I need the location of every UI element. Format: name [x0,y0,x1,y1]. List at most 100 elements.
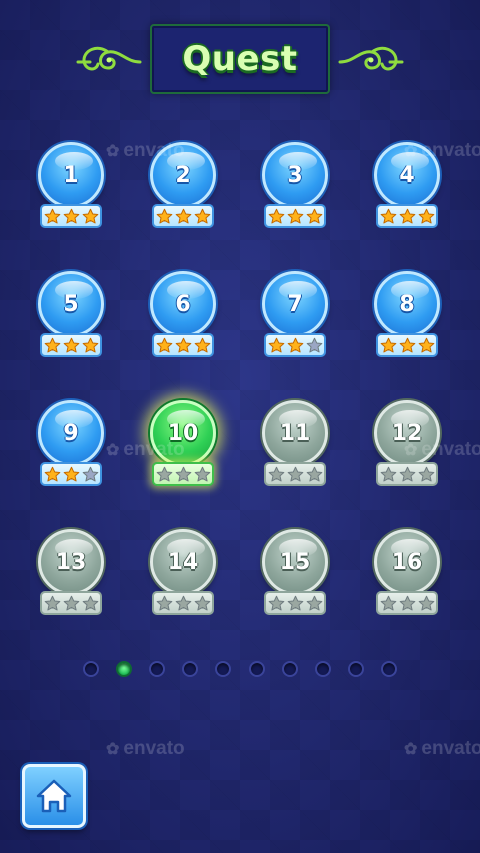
page-dot-8[interactable] [314,661,331,677]
level-bubble: 9 [38,400,104,466]
star-filled-icon [44,337,60,352]
star-empty-icon [82,466,98,481]
level-number: 14 [167,549,199,575]
level-button-14[interactable]: 14 [148,529,218,621]
leaf-icon: ✿ [106,741,120,758]
level-number: 5 [63,291,79,317]
level-number: 16 [391,549,423,575]
star-rating [152,591,214,615]
star-rating [264,204,326,228]
level-button-13[interactable]: 13 [36,529,106,621]
star-filled-icon [194,337,210,352]
page-dot-4[interactable] [182,661,199,677]
star-empty-icon [268,466,284,481]
star-empty-icon [82,595,98,610]
star-filled-icon [287,208,303,223]
star-empty-icon [287,466,303,481]
watermark: ✿ envato [106,738,185,760]
level-number: 12 [391,420,423,446]
star-empty-icon [306,466,322,481]
star-empty-icon [63,595,79,610]
level-button-16[interactable]: 16 [372,529,442,621]
leaf-icon: ✿ [404,143,418,160]
star-empty-icon [175,466,191,481]
star-filled-icon [63,337,79,352]
level-number: 13 [55,549,87,575]
watermark-text: envato [123,140,185,161]
watermark-text: envato [421,738,480,759]
page-dot-10[interactable] [380,661,397,677]
watermark: ✿ envato [404,140,480,162]
level-number: 2 [175,162,191,188]
page-title: Quest [182,39,298,79]
page-dot-2[interactable] [116,661,133,677]
level-bubble: 15 [262,529,328,595]
level-button-1[interactable]: 1 [36,142,106,234]
level-bubble: 13 [38,529,104,595]
level-button-6[interactable]: 6 [148,271,218,363]
level-button-5[interactable]: 5 [36,271,106,363]
star-empty-icon [194,595,210,610]
level-button-9[interactable]: 9 [36,400,106,492]
star-filled-icon [287,337,303,352]
star-rating [152,204,214,228]
star-rating [264,333,326,357]
star-rating [264,591,326,615]
left-ornament-icon [76,46,142,71]
star-empty-icon [306,337,322,352]
level-number: 8 [399,291,415,317]
page-dot-1[interactable] [83,661,99,677]
level-bubble: 16 [374,529,440,595]
star-rating [40,462,102,486]
level-button-8[interactable]: 8 [372,271,442,363]
page-dot-5[interactable] [215,661,232,677]
level-number: 9 [63,420,79,446]
star-filled-icon [82,208,98,223]
page-dot-6[interactable] [248,661,265,677]
star-filled-icon [418,337,434,352]
level-bubble: 6 [150,271,216,337]
level-number: 1 [63,162,79,188]
star-filled-icon [156,337,172,352]
watermark-text: envato [123,738,185,759]
star-filled-icon [418,208,434,223]
star-rating [264,462,326,486]
level-number: 10 [167,420,199,446]
page-dot-3[interactable] [149,661,166,677]
level-number: 15 [279,549,311,575]
level-bubble: 11 [262,400,328,466]
level-bubble: 14 [150,529,216,595]
star-rating [40,204,102,228]
star-empty-icon [156,466,172,481]
title-panel: Quest [150,24,330,94]
star-filled-icon [268,208,284,223]
home-icon [36,779,72,813]
star-empty-icon [399,595,415,610]
star-empty-icon [194,466,210,481]
level-button-15[interactable]: 15 [260,529,330,621]
watermark: ✿ envato [106,140,185,162]
star-filled-icon [194,208,210,223]
star-empty-icon [287,595,303,610]
star-filled-icon [380,337,396,352]
level-button-7[interactable]: 7 [260,271,330,363]
level-button-3[interactable]: 3 [260,142,330,234]
star-empty-icon [380,466,396,481]
level-bubble: 7 [262,271,328,337]
level-button-11[interactable]: 11 [260,400,330,492]
star-empty-icon [44,595,60,610]
star-filled-icon [63,466,79,481]
level-bubble: 5 [38,271,104,337]
star-filled-icon [175,208,191,223]
level-number: 7 [287,291,303,317]
star-rating [152,333,214,357]
home-button[interactable] [22,764,86,828]
level-bubble: 1 [38,142,104,208]
level-bubble: 8 [374,271,440,337]
star-filled-icon [380,208,396,223]
page-dot-9[interactable] [347,661,364,677]
page-dot-7[interactable] [281,661,298,677]
star-filled-icon [399,337,415,352]
star-empty-icon [380,595,396,610]
star-filled-icon [306,208,322,223]
